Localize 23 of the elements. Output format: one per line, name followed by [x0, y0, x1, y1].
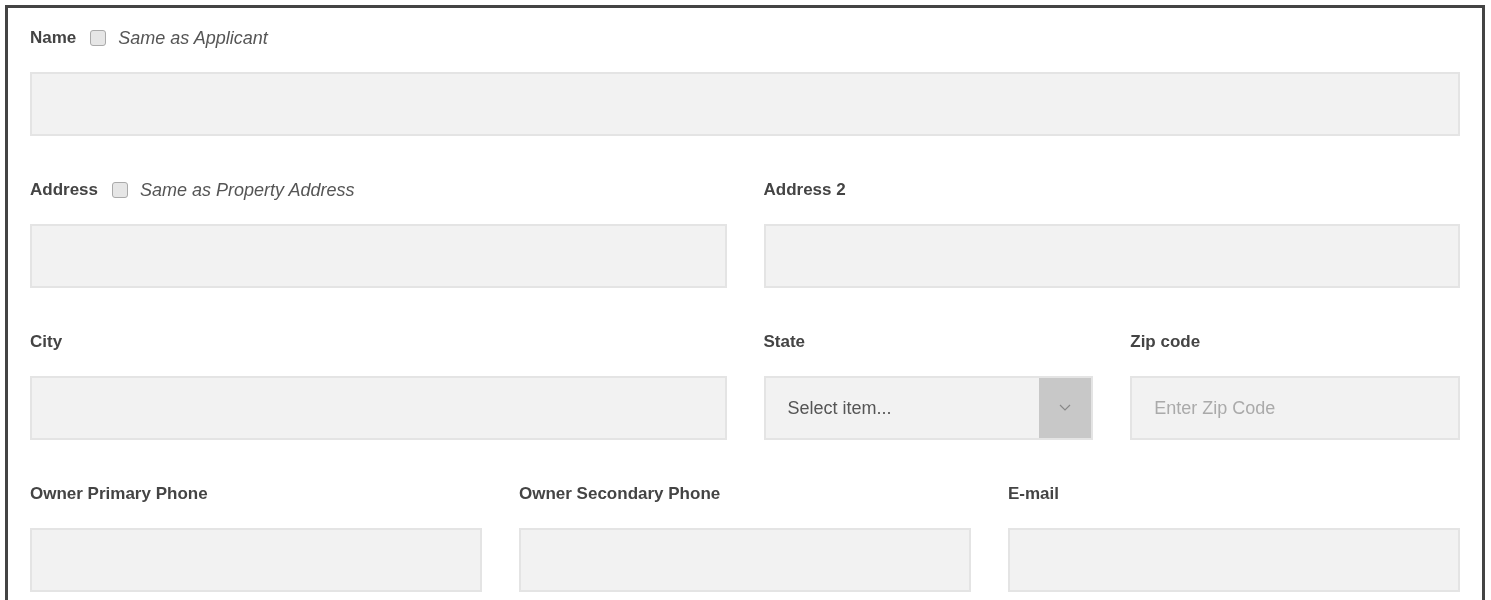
field-label: E-mail [1008, 484, 1060, 504]
input-field[interactable] [30, 224, 727, 288]
field-label: City [30, 332, 63, 352]
field-label: Name [30, 28, 77, 48]
input-field[interactable] [519, 528, 971, 592]
field-label: Address [30, 180, 99, 200]
input-field[interactable] [30, 376, 727, 440]
checkbox-label: Same as Property Address [140, 179, 355, 201]
field-label: Owner Secondary Phone [519, 484, 721, 504]
checkbox[interactable] [112, 182, 129, 198]
input-field[interactable]: Enter Zip Code [1130, 376, 1460, 440]
field-label: Owner Primary Phone [30, 484, 208, 504]
caret-icon [1059, 404, 1072, 412]
input-field[interactable] [30, 528, 482, 592]
field-label: Zip code [1130, 332, 1201, 352]
input-field[interactable] [30, 72, 1460, 136]
checkbox[interactable] [90, 30, 107, 46]
state-dropdown[interactable]: Select item... [763, 376, 1094, 440]
input-field[interactable] [763, 224, 1460, 288]
field-label: State [763, 332, 806, 352]
field-label: Address 2 [763, 180, 846, 200]
checkbox-label: Same as Applicant [118, 27, 268, 49]
input-field[interactable] [1008, 528, 1460, 592]
